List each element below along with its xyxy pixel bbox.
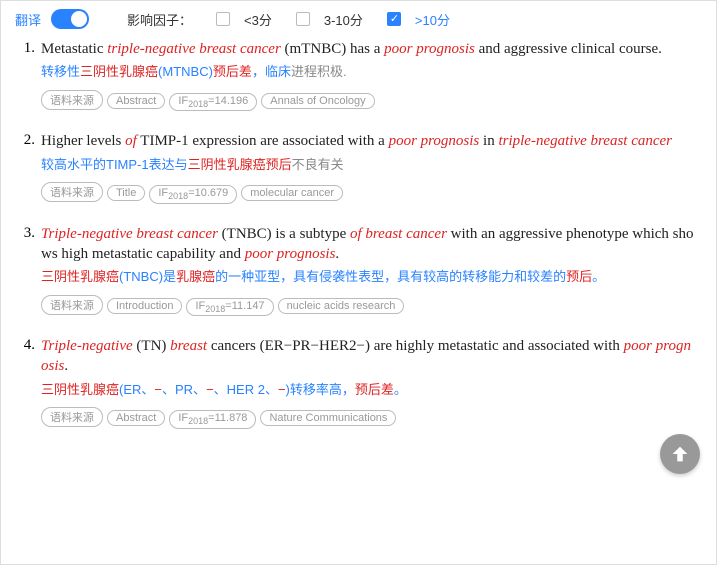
scroll-top-button[interactable] (660, 434, 700, 474)
chinese-translation: 三阴性乳腺癌(TNBC)是乳腺癌的一种亚型，具有侵袭性表型，具有较高的转移能力和… (41, 268, 698, 287)
tag[interactable]: Abstract (107, 93, 165, 109)
tag[interactable]: IF2018=10.679 (149, 185, 237, 203)
english-sentence: Metastatic triple-negative breast cancer… (41, 39, 698, 59)
tag[interactable]: Abstract (107, 410, 165, 426)
result-item: 1.Metastatic triple-negative breast canc… (19, 39, 698, 111)
result-item: 3.Triple-negative breast cancer (TNBC) i… (19, 224, 698, 317)
chinese-translation: 三阴性乳腺癌(ER、−、PR、−、HER 2、−)转移率高，预后差。 (41, 381, 698, 400)
tag[interactable]: Nature Communications (260, 410, 396, 426)
result-content: Triple-negative (TN) breast cancers (ER−… (41, 336, 698, 429)
tag-row: 语料来源AbstractIF2018=11.878Nature Communic… (41, 407, 698, 428)
tag[interactable]: molecular cancer (241, 185, 343, 201)
option-lt3[interactable]: <3分 (244, 10, 272, 29)
result-item: 4.Triple-negative (TN) breast cancers (E… (19, 336, 698, 429)
result-number: 1. (19, 39, 41, 111)
impact-factor-label: 影响因子： (127, 10, 192, 29)
tag-row: 语料来源AbstractIF2018=14.196Annals of Oncol… (41, 90, 698, 111)
tag[interactable]: 语料来源 (41, 90, 103, 110)
tag[interactable]: Introduction (107, 298, 182, 314)
option-3-10[interactable]: 3-10分 (324, 10, 363, 29)
tag[interactable]: IF2018=11.147 (186, 298, 273, 316)
results-list: 1.Metastatic triple-negative breast canc… (1, 39, 716, 459)
tag[interactable]: IF2018=14.196 (169, 93, 257, 111)
result-content: Higher levels of TIMP-1 expression are a… (41, 131, 698, 203)
result-content: Triple-negative breast cancer (TNBC) is … (41, 224, 698, 317)
english-sentence: Triple-negative breast cancer (TNBC) is … (41, 224, 698, 265)
arrow-up-icon (669, 443, 691, 465)
option-gt10[interactable]: >10分 (415, 10, 450, 29)
chinese-translation: 转移性三阴性乳腺癌(MTNBC)预后差，临床进程积极. (41, 63, 698, 82)
chinese-translation: 较高水平的TIMP-1表达与三阴性乳腺癌预后不良有关 (41, 156, 698, 175)
checkbox-lt3[interactable] (216, 12, 230, 26)
tag[interactable]: 语料来源 (41, 295, 103, 315)
checkbox-gt10[interactable] (387, 12, 401, 26)
tag[interactable]: nucleic acids research (278, 298, 405, 314)
tag-row: 语料来源IntroductionIF2018=11.147 nucleic aci… (41, 295, 698, 316)
english-sentence: Higher levels of TIMP-1 expression are a… (41, 131, 698, 151)
filter-bar: 翻译 影响因子： <3分 3-10分 >10分 (1, 1, 716, 39)
tag[interactable]: Title (107, 185, 145, 201)
english-sentence: Triple-negative (TN) breast cancers (ER−… (41, 336, 698, 377)
tag-row: 语料来源TitleIF2018=10.679molecular cancer (41, 182, 698, 203)
result-content: Metastatic triple-negative breast cancer… (41, 39, 698, 111)
checkbox-3-10[interactable] (296, 12, 310, 26)
result-number: 2. (19, 131, 41, 203)
result-number: 3. (19, 224, 41, 317)
translate-toggle[interactable] (51, 9, 89, 29)
translate-label: 翻译 (15, 10, 41, 29)
tag[interactable]: Annals of Oncology (261, 93, 374, 109)
result-item: 2.Higher levels of TIMP-1 expression are… (19, 131, 698, 203)
result-number: 4. (19, 336, 41, 429)
tag[interactable]: 语料来源 (41, 182, 103, 202)
tag[interactable]: IF2018=11.878 (169, 410, 256, 428)
tag[interactable]: 语料来源 (41, 407, 103, 427)
